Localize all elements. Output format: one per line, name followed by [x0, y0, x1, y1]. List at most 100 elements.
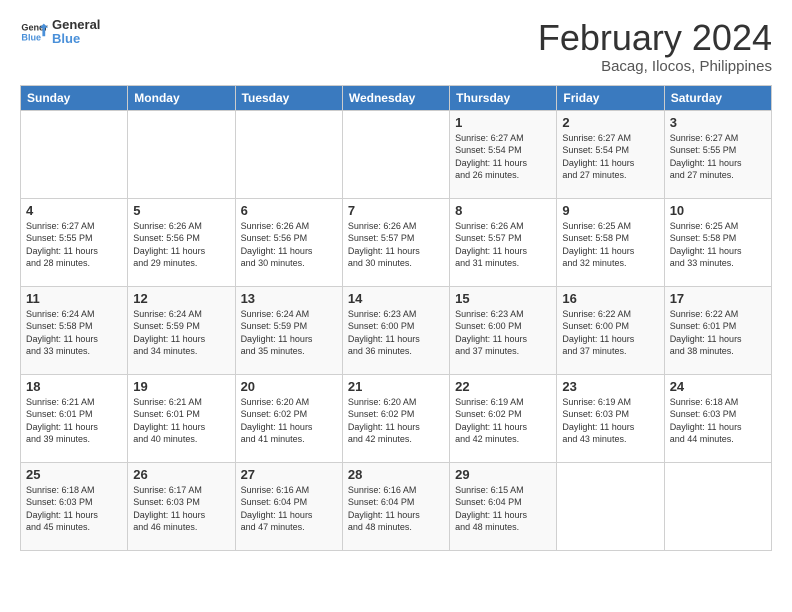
- calendar-cell: 4 Sunrise: 6:27 AMSunset: 5:55 PMDaylight…: [21, 198, 128, 286]
- day-number: 3: [670, 115, 766, 130]
- calendar-cell: 1 Sunrise: 6:27 AMSunset: 5:54 PMDaylight…: [450, 110, 557, 198]
- day-detail: Sunrise: 6:27 AMSunset: 5:54 PMDaylight:…: [455, 132, 551, 182]
- day-number: 9: [562, 203, 658, 218]
- day-number: 18: [26, 379, 122, 394]
- day-detail: Sunrise: 6:24 AMSunset: 5:59 PMDaylight:…: [133, 308, 229, 358]
- day-number: 25: [26, 467, 122, 482]
- day-number: 4: [26, 203, 122, 218]
- day-number: 23: [562, 379, 658, 394]
- day-number: 20: [241, 379, 337, 394]
- day-number: 14: [348, 291, 444, 306]
- calendar-cell: 27Sunrise: 6:16 AMSunset: 6:04 PMDayligh…: [235, 462, 342, 550]
- calendar-cell: 26 Sunrise: 6:17 AMSunset: 6:03 PMDayligh…: [128, 462, 235, 550]
- calendar-cell: 19Sunrise: 6:21 AMSunset: 6:01 PMDayligh…: [128, 374, 235, 462]
- header: General Blue General Blue February 2024 …: [20, 18, 772, 75]
- calendar-cell: 15 Sunrise: 6:23 AMSunset: 6:00 PMDayligh…: [450, 286, 557, 374]
- day-header-tuesday: Tuesday: [235, 85, 342, 110]
- day-detail: Sunrise: 6:16 AMSunset: 6:04 PMDaylight:…: [348, 484, 444, 534]
- calendar-cell: 13Sunrise: 6:24 AMSunset: 5:59 PMDayligh…: [235, 286, 342, 374]
- day-detail: Sunrise: 6:21 AMSunset: 6:01 PMDaylight:…: [26, 396, 122, 446]
- location: Bacag, Ilocos, Philippines: [538, 58, 772, 75]
- calendar-week-3: 18 Sunrise: 6:21 AMSunset: 6:01 PMDayligh…: [21, 374, 772, 462]
- svg-text:Blue: Blue: [21, 33, 41, 43]
- day-detail: Sunrise: 6:17 AMSunset: 6:03 PMDaylight:…: [133, 484, 229, 534]
- day-header-wednesday: Wednesday: [342, 85, 449, 110]
- day-number: 11: [26, 291, 122, 306]
- calendar-cell: 23 Sunrise: 6:19 AMSunset: 6:03 PMDayligh…: [557, 374, 664, 462]
- calendar-cell: 14Sunrise: 6:23 AMSunset: 6:00 PMDayligh…: [342, 286, 449, 374]
- day-number: 5: [133, 203, 229, 218]
- day-detail: Sunrise: 6:27 AMSunset: 5:54 PMDaylight:…: [562, 132, 658, 182]
- day-detail: Sunrise: 6:20 AMSunset: 6:02 PMDaylight:…: [241, 396, 337, 446]
- day-number: 12: [133, 291, 229, 306]
- day-detail: Sunrise: 6:24 AMSunset: 5:58 PMDaylight:…: [26, 308, 122, 358]
- day-detail: Sunrise: 6:27 AMSunset: 5:55 PMDaylight:…: [26, 220, 122, 270]
- day-number: 22: [455, 379, 551, 394]
- day-detail: Sunrise: 6:26 AMSunset: 5:56 PMDaylight:…: [133, 220, 229, 270]
- day-header-monday: Monday: [128, 85, 235, 110]
- calendar-cell: 5 Sunrise: 6:26 AMSunset: 5:56 PMDaylight…: [128, 198, 235, 286]
- day-detail: Sunrise: 6:27 AMSunset: 5:55 PMDaylight:…: [670, 132, 766, 182]
- calendar-cell: 7Sunrise: 6:26 AMSunset: 5:57 PMDaylight…: [342, 198, 449, 286]
- day-detail: Sunrise: 6:20 AMSunset: 6:02 PMDaylight:…: [348, 396, 444, 446]
- day-detail: Sunrise: 6:19 AMSunset: 6:03 PMDaylight:…: [562, 396, 658, 446]
- day-detail: Sunrise: 6:25 AMSunset: 5:58 PMDaylight:…: [562, 220, 658, 270]
- day-number: 6: [241, 203, 337, 218]
- day-header-saturday: Saturday: [664, 85, 771, 110]
- page: General Blue General Blue February 2024 …: [0, 0, 792, 563]
- day-number: 21: [348, 379, 444, 394]
- day-detail: Sunrise: 6:16 AMSunset: 6:04 PMDaylight:…: [241, 484, 337, 534]
- calendar-cell: 3 Sunrise: 6:27 AMSunset: 5:55 PMDaylight…: [664, 110, 771, 198]
- calendar-week-2: 11 Sunrise: 6:24 AMSunset: 5:58 PMDayligh…: [21, 286, 772, 374]
- day-number: 24: [670, 379, 766, 394]
- day-detail: Sunrise: 6:18 AMSunset: 6:03 PMDaylight:…: [670, 396, 766, 446]
- calendar-cell: 2Sunrise: 6:27 AMSunset: 5:54 PMDaylight…: [557, 110, 664, 198]
- calendar-cell: [128, 110, 235, 198]
- calendar-cell: 28Sunrise: 6:16 AMSunset: 6:04 PMDayligh…: [342, 462, 449, 550]
- logo-icon: General Blue: [20, 18, 48, 46]
- title-area: February 2024 Bacag, Ilocos, Philippines: [538, 18, 772, 75]
- day-number: 15: [455, 291, 551, 306]
- calendar-cell: 12 Sunrise: 6:24 AMSunset: 5:59 PMDayligh…: [128, 286, 235, 374]
- day-detail: Sunrise: 6:26 AMSunset: 5:56 PMDaylight:…: [241, 220, 337, 270]
- calendar-cell: 22 Sunrise: 6:19 AMSunset: 6:02 PMDayligh…: [450, 374, 557, 462]
- calendar-cell: 24 Sunrise: 6:18 AMSunset: 6:03 PMDayligh…: [664, 374, 771, 462]
- logo-line2: Blue: [52, 32, 100, 46]
- calendar-cell: 20 Sunrise: 6:20 AMSunset: 6:02 PMDayligh…: [235, 374, 342, 462]
- calendar-cell: 16Sunrise: 6:22 AMSunset: 6:00 PMDayligh…: [557, 286, 664, 374]
- day-number: 16: [562, 291, 658, 306]
- calendar-cell: 25 Sunrise: 6:18 AMSunset: 6:03 PMDayligh…: [21, 462, 128, 550]
- calendar-header: SundayMondayTuesdayWednesdayThursdayFrid…: [21, 85, 772, 110]
- calendar-cell: 21 Sunrise: 6:20 AMSunset: 6:02 PMDayligh…: [342, 374, 449, 462]
- day-detail: Sunrise: 6:19 AMSunset: 6:02 PMDaylight:…: [455, 396, 551, 446]
- day-detail: Sunrise: 6:25 AMSunset: 5:58 PMDaylight:…: [670, 220, 766, 270]
- calendar-cell: [235, 110, 342, 198]
- logo-line1: General: [52, 18, 100, 32]
- calendar-body: 1 Sunrise: 6:27 AMSunset: 5:54 PMDaylight…: [21, 110, 772, 550]
- day-number: 8: [455, 203, 551, 218]
- day-number: 26: [133, 467, 229, 482]
- day-header-friday: Friday: [557, 85, 664, 110]
- calendar-cell: 8 Sunrise: 6:26 AMSunset: 5:57 PMDaylight…: [450, 198, 557, 286]
- day-detail: Sunrise: 6:26 AMSunset: 5:57 PMDaylight:…: [455, 220, 551, 270]
- day-detail: Sunrise: 6:22 AMSunset: 6:01 PMDaylight:…: [670, 308, 766, 358]
- day-number: 1: [455, 115, 551, 130]
- day-number: 19: [133, 379, 229, 394]
- calendar-week-1: 4 Sunrise: 6:27 AMSunset: 5:55 PMDaylight…: [21, 198, 772, 286]
- calendar-cell: 9 Sunrise: 6:25 AMSunset: 5:58 PMDaylight…: [557, 198, 664, 286]
- calendar-week-4: 25 Sunrise: 6:18 AMSunset: 6:03 PMDayligh…: [21, 462, 772, 550]
- calendar-table: SundayMondayTuesdayWednesdayThursdayFrid…: [20, 85, 772, 551]
- day-detail: Sunrise: 6:26 AMSunset: 5:57 PMDaylight:…: [348, 220, 444, 270]
- day-number: 29: [455, 467, 551, 482]
- day-detail: Sunrise: 6:24 AMSunset: 5:59 PMDaylight:…: [241, 308, 337, 358]
- calendar-cell: 29 Sunrise: 6:15 AMSunset: 6:04 PMDayligh…: [450, 462, 557, 550]
- day-header-sunday: Sunday: [21, 85, 128, 110]
- day-detail: Sunrise: 6:23 AMSunset: 6:00 PMDaylight:…: [455, 308, 551, 358]
- day-number: 10: [670, 203, 766, 218]
- calendar-cell: 10 Sunrise: 6:25 AMSunset: 5:58 PMDayligh…: [664, 198, 771, 286]
- day-detail: Sunrise: 6:15 AMSunset: 6:04 PMDaylight:…: [455, 484, 551, 534]
- calendar-cell: [342, 110, 449, 198]
- calendar-week-0: 1 Sunrise: 6:27 AMSunset: 5:54 PMDaylight…: [21, 110, 772, 198]
- calendar-cell: [21, 110, 128, 198]
- day-detail: Sunrise: 6:18 AMSunset: 6:03 PMDaylight:…: [26, 484, 122, 534]
